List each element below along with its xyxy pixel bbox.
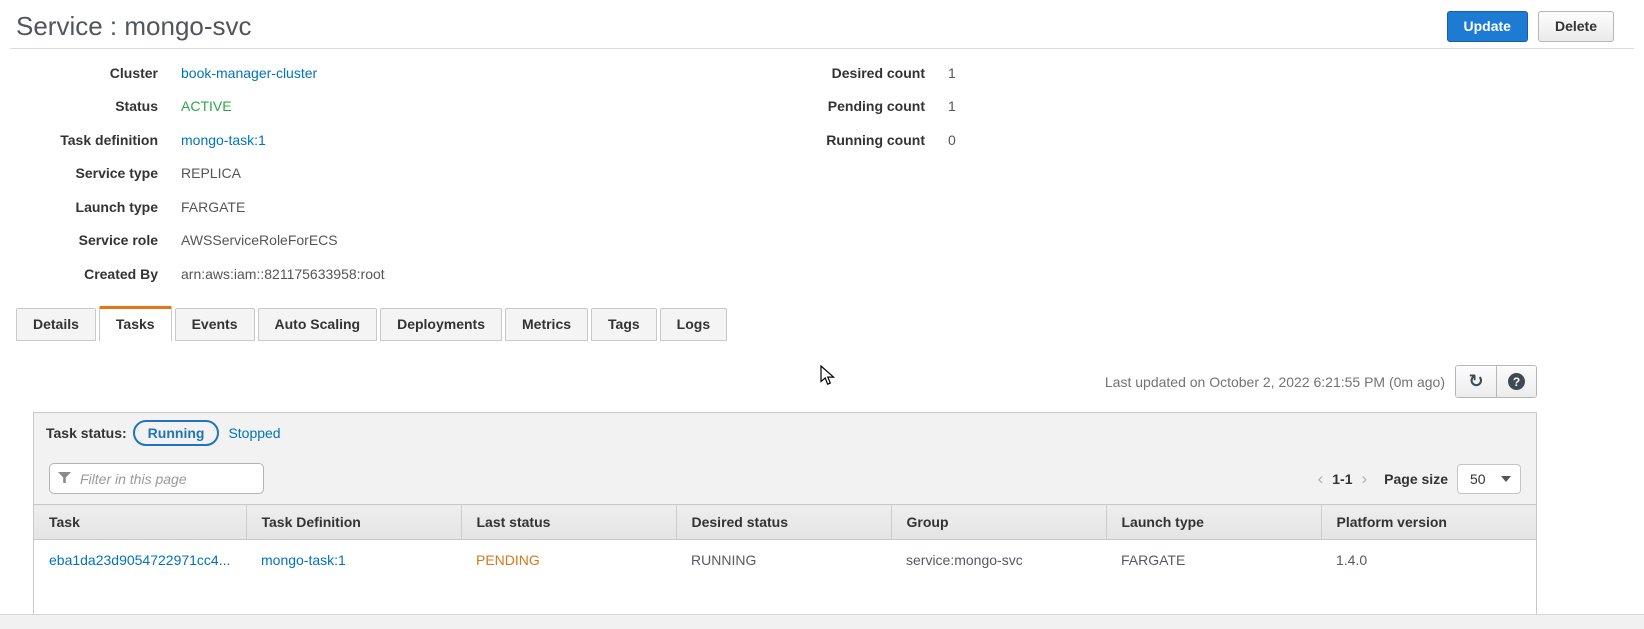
details-left-column: Cluster book-manager-cluster Status ACTI… <box>0 56 775 291</box>
chevron-left-icon[interactable]: ‹ <box>1318 470 1324 487</box>
help-button[interactable]: ? <box>1496 366 1536 397</box>
page-header: Service : mongo-svc Update Delete <box>0 0 1644 48</box>
pending-count-label: Pending count <box>827 98 925 115</box>
running-count-value: 0 <box>948 131 956 148</box>
pagination: ‹ 1-1 › Page size 50 <box>1318 463 1521 494</box>
task-definition-label: Task definition <box>60 131 158 148</box>
task-status-stopped-filter[interactable]: Stopped <box>228 425 280 441</box>
chevron-right-icon[interactable]: › <box>1362 470 1368 487</box>
running-count-label: Running count <box>826 131 925 148</box>
task-status-row: Task status: Running Stopped <box>34 413 1536 453</box>
launch-type-label: Launch type <box>75 198 158 215</box>
task-definition-link[interactable]: mongo-task:1 <box>181 132 266 148</box>
chevron-down-icon <box>1501 475 1511 482</box>
desired-count-label: Desired count <box>831 64 925 81</box>
column-header-task: Task <box>34 504 247 540</box>
detail-row-created-by: Created By arn:aws:iam::821175633958:roo… <box>0 257 775 291</box>
tab-logs[interactable]: Logs <box>659 308 728 341</box>
filter-wrap <box>49 463 264 494</box>
detail-row-service-role: Service role AWSServiceRoleForECS <box>0 224 775 258</box>
tab-auto-scaling[interactable]: Auto Scaling <box>257 308 378 341</box>
detail-row-status: Status ACTIVE <box>0 90 775 124</box>
service-details: Cluster book-manager-cluster Status ACTI… <box>0 56 1644 291</box>
details-right-column: Desired count 1 Pending count 1 Running … <box>775 56 1195 291</box>
delete-button[interactable]: Delete <box>1537 10 1614 42</box>
desired-count-value: 1 <box>948 64 956 81</box>
tab-details[interactable]: Details <box>16 308 96 341</box>
column-header-group: Group <box>891 504 1107 540</box>
header-buttons: Update Delete <box>1446 10 1614 42</box>
status-value: ACTIVE <box>181 98 232 115</box>
detail-row-desired-count: Desired count 1 <box>775 56 1195 90</box>
task-id-link[interactable]: eba1da23d9054722971cc4... <box>49 552 230 568</box>
filter-row: ‹ 1-1 › Page size 50 <box>34 453 1536 504</box>
detail-row-pending-count: Pending count 1 <box>775 90 1195 124</box>
tab-deployments[interactable]: Deployments <box>380 308 502 341</box>
detail-row-running-count: Running count 0 <box>775 123 1195 157</box>
cluster-link[interactable]: book-manager-cluster <box>181 65 317 81</box>
pending-count-value: 1 <box>948 98 956 115</box>
platform-version-cell: 1.4.0 <box>1321 539 1536 580</box>
last-updated-text: Last updated on October 2, 2022 6:21:55 … <box>1104 373 1445 390</box>
update-button[interactable]: Update <box>1446 10 1528 42</box>
service-type-label: Service type <box>75 165 159 182</box>
filter-funnel-icon <box>58 472 71 483</box>
cluster-label: Cluster <box>109 64 158 81</box>
page-size-select[interactable]: 50 <box>1457 463 1521 494</box>
last-status-cell: PENDING <box>461 539 676 580</box>
service-type-value: REPLICA <box>181 165 241 182</box>
title-divider <box>10 48 1634 49</box>
page-size-value: 50 <box>1470 470 1486 487</box>
mouse-pointer-icon <box>820 365 835 385</box>
tasks-table: Task Task Definition Last status Desired… <box>34 504 1536 580</box>
filter-input[interactable] <box>49 463 264 494</box>
group-cell: service:mongo-svc <box>891 539 1106 580</box>
column-header-launch-type: Launch type <box>1106 504 1322 540</box>
panel-action-buttons: ↻ ? <box>1455 365 1537 398</box>
detail-row-launch-type: Launch type FARGATE <box>0 190 775 224</box>
page-size-label: Page size <box>1384 470 1448 487</box>
column-header-desired-status: Desired status <box>676 504 892 540</box>
task-status-label: Task status: <box>46 425 127 441</box>
column-header-task-definition: Task Definition <box>246 504 462 540</box>
desired-status-cell: RUNNING <box>676 539 891 580</box>
task-status-running-filter[interactable]: Running <box>132 420 220 446</box>
detail-row-cluster: Cluster book-manager-cluster <box>0 56 775 90</box>
refresh-icon: ↻ <box>1468 370 1484 392</box>
task-definition-cell-link[interactable]: mongo-task:1 <box>261 552 346 568</box>
launch-type-value: FARGATE <box>181 198 246 215</box>
footer-strip <box>0 614 1644 629</box>
column-header-platform-version: Platform version <box>1321 504 1536 540</box>
tab-tags[interactable]: Tags <box>591 308 657 341</box>
created-by-value: arn:aws:iam::821175633958:root <box>181 265 385 282</box>
refresh-button[interactable]: ↻ <box>1456 366 1496 397</box>
service-role-value: AWSServiceRoleForECS <box>181 232 338 249</box>
detail-row-service-type: Service type REPLICA <box>0 157 775 191</box>
table-header-row: Task Task Definition Last status Desired… <box>34 504 1536 540</box>
status-label: Status <box>115 98 158 115</box>
detail-row-task-definition: Task definition mongo-task:1 <box>0 123 775 157</box>
column-header-last-status: Last status <box>461 504 677 540</box>
created-by-label: Created By <box>84 265 158 282</box>
tab-bar: Details Tasks Events Auto Scaling Deploy… <box>16 306 728 341</box>
tab-metrics[interactable]: Metrics <box>505 308 589 341</box>
table-row: eba1da23d9054722971cc4... mongo-task:1 P… <box>34 539 1536 580</box>
service-role-label: Service role <box>78 232 158 249</box>
help-icon: ? <box>1508 373 1525 390</box>
page-range: 1-1 <box>1332 470 1353 487</box>
tab-tasks[interactable]: Tasks <box>98 306 172 341</box>
launch-type-cell: FARGATE <box>1106 539 1321 580</box>
page-title: Service : mongo-svc <box>16 10 252 41</box>
tasks-panel: Task status: Running Stopped ‹ 1-1 › Pag… <box>33 412 1537 614</box>
tab-events[interactable]: Events <box>174 308 255 341</box>
last-updated-row: Last updated on October 2, 2022 6:21:55 … <box>1105 365 1537 398</box>
